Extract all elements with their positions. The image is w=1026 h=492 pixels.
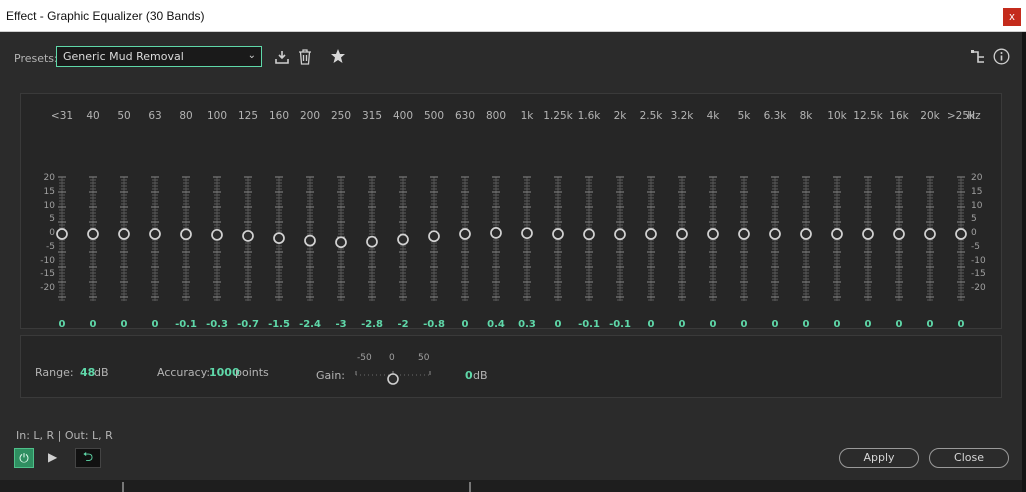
slider-knob xyxy=(707,228,719,240)
gain-value[interactable]: 0 xyxy=(465,369,473,382)
slider-knob xyxy=(521,227,533,240)
slider-knob xyxy=(56,228,68,240)
slider-knob xyxy=(552,228,564,240)
gain-label: Gain: xyxy=(316,369,345,382)
slider-knob xyxy=(211,228,223,241)
divider xyxy=(469,482,471,492)
slider-knob xyxy=(304,234,316,247)
presets-label: Presets: xyxy=(14,52,58,65)
band-slider[interactable] xyxy=(583,176,595,301)
band-slider[interactable] xyxy=(366,176,378,301)
range-unit: dB xyxy=(94,366,109,379)
slider-knob xyxy=(180,228,192,241)
band-slider[interactable] xyxy=(614,176,626,301)
band-slider[interactable] xyxy=(428,176,440,301)
slider-knob xyxy=(273,232,285,244)
band-slider[interactable] xyxy=(924,176,936,301)
slider-knob xyxy=(335,236,347,249)
band-sliders xyxy=(56,176,967,301)
band-slider[interactable] xyxy=(335,176,347,301)
presets-selected-value: Generic Mud Removal xyxy=(63,50,184,63)
info-icon[interactable] xyxy=(993,48,1010,69)
band-slider[interactable] xyxy=(180,176,192,301)
band-slider[interactable] xyxy=(521,176,533,301)
title-bar: Effect - Graphic Equalizer (30 Bands) x xyxy=(0,0,1026,32)
band-slider[interactable] xyxy=(645,176,657,301)
gain-min-label: -50 xyxy=(357,353,372,363)
slider-knob xyxy=(428,230,440,243)
eq-band-panel: <31 40 50 63 80 100 125 160 200 250 315 400 500 630 80… xyxy=(20,93,1002,330)
effect-window: Presets: Generic Mud Removal ⌄ <31 40 50 63… xyxy=(0,32,1022,492)
band-slider[interactable] xyxy=(304,176,316,301)
divider xyxy=(122,482,124,492)
band-slider[interactable] xyxy=(676,176,688,301)
band-slider[interactable] xyxy=(56,176,68,301)
power-toggle-button[interactable]: ⏻ xyxy=(14,448,34,468)
routing-icon[interactable] xyxy=(970,49,986,69)
band-slider[interactable] xyxy=(893,176,905,301)
slider-knob xyxy=(583,228,595,241)
band-slider[interactable] xyxy=(955,176,967,301)
band-slider[interactable] xyxy=(118,176,130,301)
settings-panel: Range: 48 dB Accuracy: 1000 points Gain:… xyxy=(20,335,1002,398)
band-slider[interactable] xyxy=(552,176,564,301)
close-window-button[interactable]: x xyxy=(1003,8,1021,26)
band-slider[interactable] xyxy=(831,176,843,301)
play-preview-button[interactable]: ▶ xyxy=(48,450,57,464)
loop-preview-button[interactable]: ⮌ xyxy=(75,448,101,468)
gain-max-label: 50 xyxy=(418,353,430,363)
band-slider[interactable] xyxy=(242,176,254,301)
slider-knob xyxy=(397,233,409,246)
slider-knob xyxy=(242,230,254,242)
slider-knob xyxy=(769,228,781,240)
slider-knob xyxy=(800,228,812,240)
band-slider[interactable] xyxy=(707,176,719,301)
band-slider[interactable] xyxy=(738,176,750,301)
slider-knob xyxy=(862,228,874,240)
save-preset-icon[interactable] xyxy=(274,49,290,69)
band-slider[interactable] xyxy=(273,176,285,301)
window-title: Effect - Graphic Equalizer (30 Bands) xyxy=(6,9,205,23)
slider-knob xyxy=(459,228,471,240)
slider-knob xyxy=(149,228,161,240)
slider-knob xyxy=(955,228,967,240)
accuracy-label: Accuracy: xyxy=(157,366,211,379)
slider-knob xyxy=(87,228,99,240)
band-slider[interactable] xyxy=(87,176,99,301)
band-slider[interactable] xyxy=(769,176,781,301)
band-value[interactable]: 0 xyxy=(941,319,981,330)
gain-slider[interactable] xyxy=(354,364,434,386)
background-strip xyxy=(0,480,1022,492)
slider-knob xyxy=(366,235,378,248)
band-slider[interactable] xyxy=(397,176,409,301)
band-slider[interactable] xyxy=(862,176,874,301)
presets-dropdown[interactable]: Generic Mud Removal ⌄ xyxy=(56,46,262,67)
io-channels-label: In: L, R | Out: L, R xyxy=(16,429,113,442)
background-strip-right xyxy=(1022,32,1026,492)
accuracy-unit: points xyxy=(235,366,269,379)
range-label: Range: xyxy=(35,366,74,379)
gain-slider-knob xyxy=(387,373,399,385)
slider-knob xyxy=(738,228,750,240)
close-button[interactable]: Close xyxy=(929,448,1009,468)
band-slider[interactable] xyxy=(149,176,161,301)
band-slider[interactable] xyxy=(459,176,471,301)
chevron-down-icon: ⌄ xyxy=(247,50,256,61)
gain-unit: dB xyxy=(473,369,488,382)
slider-knob xyxy=(831,228,843,240)
slider-knob xyxy=(118,228,130,240)
gain-mid-label: 0 xyxy=(389,353,395,363)
slider-knob xyxy=(924,228,936,240)
slider-knob xyxy=(676,228,688,240)
delete-preset-icon[interactable] xyxy=(298,49,312,69)
band-slider[interactable] xyxy=(800,176,812,301)
slider-knob xyxy=(614,228,626,241)
slider-knob xyxy=(645,228,657,240)
favorite-star-icon[interactable] xyxy=(330,48,346,68)
slider-knob xyxy=(893,228,905,240)
slider-knob xyxy=(490,227,502,239)
band-slider[interactable] xyxy=(211,176,223,301)
apply-button[interactable]: Apply xyxy=(839,448,919,468)
band-slider[interactable] xyxy=(490,176,502,301)
